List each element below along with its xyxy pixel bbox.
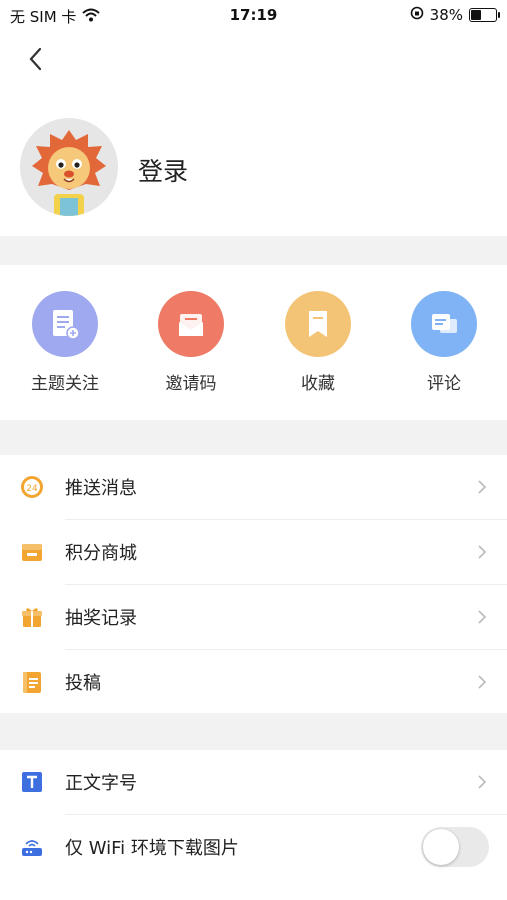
menu-item-wifi-only-images: 仅 WiFi 环境下载图片 [0, 815, 507, 879]
chevron-right-icon [477, 479, 487, 495]
push-24-icon: 24 [20, 475, 44, 499]
toggle-knob [423, 829, 459, 865]
store-icon [20, 540, 44, 564]
menu-group-2: 正文字号 仅 WiFi 环境下载图片 [0, 750, 507, 900]
menu-item-label: 推送消息 [65, 478, 137, 499]
menu-item-points-store[interactable]: 积分商城 [0, 520, 507, 584]
quick-favorites[interactable]: 收藏 [268, 291, 368, 394]
text-size-icon [20, 770, 44, 794]
menu-item-submit-article[interactable]: 投稿 [0, 650, 507, 714]
menu-item-label: 正文字号 [65, 773, 137, 794]
chevron-right-icon [477, 544, 487, 560]
avatar[interactable] [20, 118, 118, 216]
menu-group-1: 24 推送消息 积分商城 抽奖记录 投稿 [0, 455, 507, 713]
chevron-right-icon [477, 774, 487, 790]
quick-topic-follow-label: 主题关注 [31, 374, 99, 394]
menu-item-label: 抽奖记录 [65, 608, 137, 629]
quick-actions: 主题关注 邀请码 收藏 评论 [0, 265, 507, 420]
menu-item-push-messages[interactable]: 24 推送消息 [0, 455, 507, 519]
quick-topic-follow[interactable]: 主题关注 [15, 291, 115, 394]
profile-header: 登录 [0, 30, 507, 236]
quick-comments[interactable]: 评论 [394, 291, 494, 394]
chevron-right-icon [477, 609, 487, 625]
topic-follow-icon [32, 291, 98, 357]
menu-item-lottery-records[interactable]: 抽奖记录 [0, 585, 507, 649]
document-icon [20, 670, 44, 694]
menu-item-text-size[interactable]: 正文字号 [0, 750, 507, 814]
back-button[interactable] [22, 44, 52, 74]
lion-mascot-icon [20, 118, 118, 216]
orientation-lock-icon [410, 6, 424, 24]
comment-icon [411, 291, 477, 357]
chevron-right-icon [477, 674, 487, 690]
gift-icon [20, 605, 44, 629]
quick-favorites-label: 收藏 [301, 374, 335, 394]
svg-text:24: 24 [26, 484, 38, 494]
chevron-left-icon [29, 47, 42, 71]
quick-comments-label: 评论 [427, 374, 461, 394]
status-right: 38% [410, 6, 500, 24]
wifi-only-toggle[interactable] [421, 827, 489, 867]
menu-item-label: 仅 WiFi 环境下载图片 [65, 838, 239, 859]
invite-mail-icon [158, 291, 224, 357]
quick-invite-code[interactable]: 邀请码 [141, 291, 241, 394]
quick-invite-code-label: 邀请码 [165, 374, 217, 394]
battery-percent: 38% [429, 6, 463, 24]
menu-item-label: 投稿 [65, 673, 101, 694]
bookmark-icon [285, 291, 351, 357]
router-icon [20, 835, 44, 859]
login-link[interactable]: 登录 [138, 152, 188, 188]
menu-item-label: 积分商城 [65, 543, 137, 564]
status-bar: 无 SIM 卡 17:19 38% [0, 0, 507, 30]
battery-icon [469, 8, 500, 22]
